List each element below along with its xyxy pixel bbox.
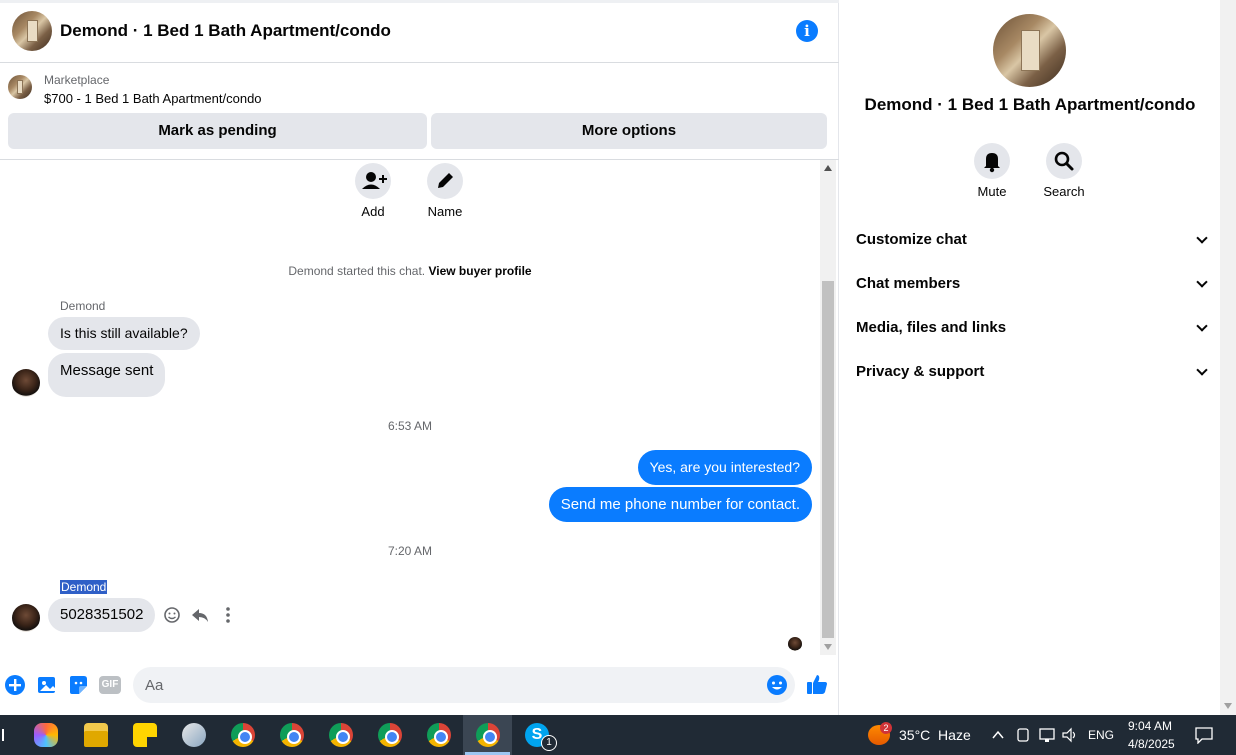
- scroll-up-arrow[interactable]: [824, 165, 832, 171]
- buyer-avatar[interactable]: [12, 369, 40, 397]
- search-icon: [1054, 151, 1074, 171]
- more-options-button[interactable]: More options: [431, 113, 827, 149]
- message-bubble[interactable]: Message sent: [48, 353, 166, 397]
- more-vertical-icon[interactable]: [218, 605, 238, 625]
- message-list: Add Name Demond started this chat. View …: [0, 160, 820, 655]
- clock-time[interactable]: 9:04 AM: [1128, 719, 1172, 733]
- scroll-down-arrow[interactable]: [824, 644, 832, 650]
- gallery-icon[interactable]: [36, 674, 58, 696]
- listing-title[interactable]: $700 - 1 Bed 1 Bath Apartment/condo: [44, 91, 262, 106]
- sticker-icon[interactable]: [67, 674, 89, 696]
- conversation-title[interactable]: Demond · 1 Bed 1 Bath Apartment/condo: [60, 21, 391, 41]
- marketplace-label: Marketplace: [44, 73, 110, 87]
- chat-started-text: Demond started this chat.: [288, 264, 426, 278]
- gif-button[interactable]: GIF: [99, 676, 121, 694]
- clock-date[interactable]: 4/8/2025: [1128, 737, 1175, 751]
- scroll-thumb[interactable]: [822, 281, 834, 638]
- name-chat-button[interactable]: [427, 163, 463, 199]
- media-files-links-section[interactable]: Media, files and links: [856, 310, 1208, 346]
- weather-text[interactable]: 35°C Haze: [899, 727, 971, 743]
- chrome-profile-icon[interactable]: [329, 723, 353, 747]
- chevron-down-icon: [1196, 320, 1208, 332]
- listing-avatar[interactable]: [12, 11, 52, 51]
- message-input[interactable]: [145, 667, 745, 703]
- chat-started-notice: Demond started this chat. View buyer pro…: [0, 264, 820, 278]
- chevron-down-icon: [1196, 232, 1208, 244]
- my-message-bubble[interactable]: Send me phone number for contact.: [548, 487, 812, 522]
- chat-members-section[interactable]: Chat members: [856, 266, 1208, 302]
- chat-scrollbar[interactable]: [820, 160, 836, 655]
- add-label: Add: [361, 204, 385, 219]
- chevron-up-icon[interactable]: [990, 727, 1006, 743]
- page-scroll-down-arrow[interactable]: [1224, 703, 1232, 709]
- pencil-icon: [438, 173, 453, 188]
- view-buyer-profile-link[interactable]: View buyer profile: [428, 264, 531, 278]
- timestamp: 6:53 AM: [387, 419, 433, 433]
- buyer-avatar[interactable]: [12, 604, 40, 632]
- react-emoji-icon[interactable]: [162, 605, 182, 625]
- add-people-button[interactable]: [355, 163, 391, 199]
- message-composer: GIF: [0, 662, 839, 708]
- info-icon[interactable]: i: [796, 20, 818, 42]
- plus-icon[interactable]: [4, 674, 26, 696]
- copilot-icon[interactable]: [34, 723, 58, 747]
- language-indicator[interactable]: ENG: [1088, 728, 1114, 742]
- section-label: Privacy & support: [856, 363, 985, 380]
- bell-icon: [984, 153, 1000, 173]
- chevron-down-icon: [1196, 276, 1208, 288]
- taskbar-edge: [2, 729, 4, 741]
- sticky-notes-icon[interactable]: [133, 723, 157, 747]
- conversation-pane: Demond · 1 Bed 1 Bath Apartment/condo i …: [0, 0, 839, 715]
- marketplace-listing-bar: Marketplace $700 - 1 Bed 1 Bath Apartmen…: [0, 64, 839, 160]
- privacy-support-section[interactable]: Privacy & support: [856, 354, 1208, 390]
- reply-icon[interactable]: [190, 605, 210, 625]
- volume-icon[interactable]: [1061, 727, 1079, 743]
- mark-as-pending-button[interactable]: Mark as pending: [8, 113, 427, 149]
- messenger-window: Demond · 1 Bed 1 Bath Apartment/condo i …: [0, 0, 1236, 715]
- section-label: Customize chat: [856, 231, 967, 248]
- windows-taskbar: S 1 2 35°C Haze ENG 9:04 AM 4/8/2025: [0, 715, 1236, 755]
- chrome-icon[interactable]: [231, 723, 255, 747]
- meet-now-icon[interactable]: [1015, 727, 1031, 743]
- message-bubble[interactable]: 5028351502: [48, 598, 156, 632]
- chevron-down-icon: [1196, 364, 1208, 376]
- details-avatar[interactable]: [993, 14, 1066, 87]
- sender-name-selected: Demond: [60, 580, 108, 594]
- paint-icon[interactable]: [182, 723, 206, 747]
- seen-avatar: [788, 637, 802, 651]
- timestamp: 7:20 AM: [387, 544, 433, 558]
- customize-chat-section[interactable]: Customize chat: [856, 222, 1208, 258]
- search-label: Search: [1043, 184, 1085, 199]
- notification-icon[interactable]: [1194, 726, 1214, 744]
- section-label: Media, files and links: [856, 319, 1007, 336]
- sender-name: Demond: [60, 299, 106, 313]
- my-message-bubble[interactable]: Yes, are you interested?: [637, 450, 812, 485]
- details-title: Demond · 1 Bed 1 Bath Apartment/condo: [864, 95, 1196, 114]
- conversation-details-panel: Demond · 1 Bed 1 Bath Apartment/condo Mu…: [840, 0, 1220, 715]
- message-bubble[interactable]: Is this still available?: [48, 317, 200, 350]
- chrome-profile-icon[interactable]: [427, 723, 451, 747]
- section-label: Chat members: [856, 275, 961, 292]
- mute-button[interactable]: [974, 143, 1010, 179]
- message-input-box[interactable]: [133, 667, 795, 703]
- network-icon[interactable]: [1038, 727, 1056, 743]
- search-in-chat-button[interactable]: [1046, 143, 1082, 179]
- weather-badge: 2: [880, 722, 892, 734]
- chrome-profile-icon[interactable]: [378, 723, 402, 747]
- mute-label: Mute: [977, 184, 1007, 199]
- file-explorer-icon[interactable]: [84, 723, 108, 747]
- thumbs-up-icon[interactable]: [805, 672, 829, 696]
- chrome-profile-icon[interactable]: [280, 723, 304, 747]
- add-person-icon: [362, 172, 387, 189]
- name-label: Name: [427, 204, 463, 219]
- chrome-active-icon[interactable]: [476, 723, 500, 747]
- listing-thumbnail[interactable]: [8, 75, 32, 99]
- emoji-icon[interactable]: [766, 674, 788, 696]
- page-scrollbar[interactable]: [1220, 0, 1236, 715]
- conversation-header: Demond · 1 Bed 1 Bath Apartment/condo i: [0, 3, 839, 63]
- skype-badge: 1: [541, 735, 557, 751]
